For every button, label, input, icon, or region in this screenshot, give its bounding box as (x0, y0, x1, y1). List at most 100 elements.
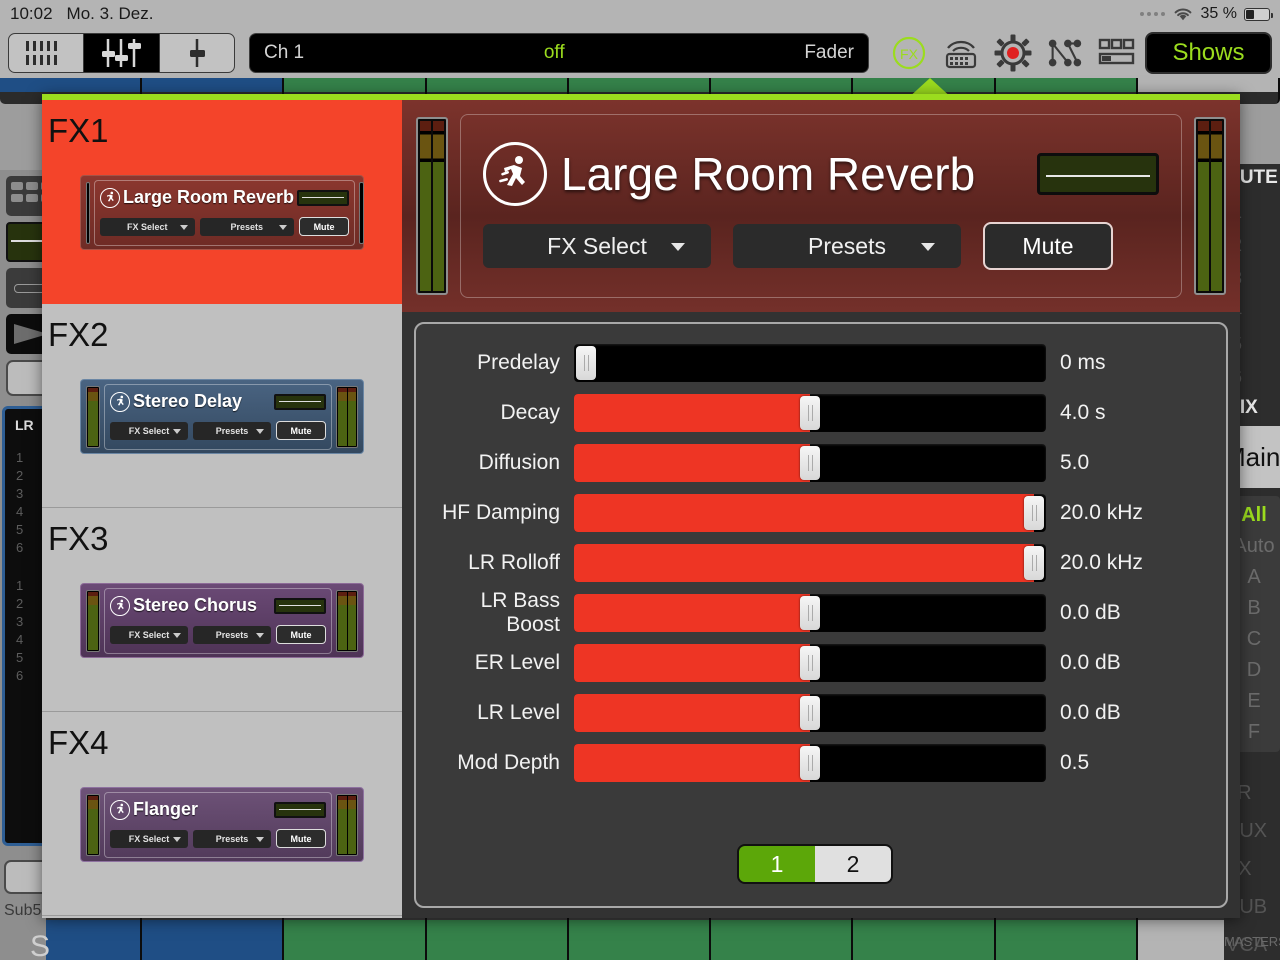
thumb-controls-row: FX Select Presets Mute (110, 419, 326, 443)
channel-color-cell[interactable] (284, 920, 427, 960)
left-mute-numbers-b: 1 2 3 4 5 6 (16, 577, 23, 685)
shows-button[interactable]: Shows (1144, 32, 1272, 74)
fx-slot-list[interactable]: FX1 Large Room Reverb FX Select Presets … (42, 100, 402, 918)
thumb-mute-button[interactable]: Mute (276, 829, 326, 848)
parameter-slider-predelay[interactable] (574, 344, 1046, 382)
thumb-led-display (274, 393, 326, 410)
fx-slot-3[interactable]: FX3 Stereo Chorus FX Select Presets Mute (42, 508, 402, 712)
fx-thumbnail[interactable]: Stereo Chorus FX Select Presets Mute (80, 583, 364, 658)
slider-thumb[interactable] (800, 746, 820, 780)
masters-label: MASTERS (1224, 934, 1280, 949)
mute-button[interactable]: Mute (983, 222, 1113, 270)
thumb-presets-dropdown[interactable]: Presets (193, 421, 271, 440)
page-button-1[interactable]: 1 (739, 846, 815, 882)
segment-mixer-view[interactable] (84, 34, 160, 72)
slider-thumb[interactable] (800, 696, 820, 730)
fx-button[interactable]: FX (889, 33, 929, 73)
parameter-value: 20.0 kHz (1060, 551, 1143, 574)
fx-slot-1[interactable]: FX1 Large Room Reverb FX Select Presets … (42, 100, 402, 304)
thumb-presets-dropdown[interactable]: Presets (193, 829, 271, 848)
thumb-body: Large Room Reverb FX Select Presets Mute (94, 179, 356, 246)
thumb-fx-name: Large Room Reverb (123, 187, 295, 207)
channel-color-cell[interactable] (142, 920, 285, 960)
channel-color-cell[interactable] (0, 78, 143, 92)
channel-color-cell[interactable] (568, 920, 712, 960)
channel-color-cell[interactable] (995, 78, 1138, 92)
view-mode-segmented-control[interactable] (8, 33, 235, 73)
channel-color-cell[interactable] (284, 78, 427, 92)
channel-color-cell[interactable] (711, 78, 854, 92)
wireless-remote-button[interactable] (941, 33, 981, 73)
thumb-fx-select-dropdown[interactable]: FX Select (100, 217, 195, 236)
routing-button[interactable] (1045, 33, 1085, 73)
thumb-led-display (297, 189, 350, 206)
parameter-row: LR Level 0.0 dB (416, 688, 1226, 738)
slider-thumb[interactable] (800, 446, 820, 480)
parameter-label: Decay (500, 401, 560, 424)
fx-slot-2[interactable]: FX2 Stereo Delay FX Select Presets Mute (42, 304, 402, 508)
fx-thumbnail[interactable]: Flanger FX Select Presets Mute (80, 787, 364, 862)
fx-led-display (1037, 153, 1159, 195)
mute-number: 5 (16, 650, 24, 665)
channel-color-cell[interactable] (1137, 78, 1280, 92)
thumb-presets-dropdown[interactable]: Presets (193, 625, 271, 644)
channel-color-cell[interactable] (426, 78, 569, 92)
thumb-mute-button[interactable]: Mute (276, 625, 326, 644)
parameter-slider-hf-damping[interactable] (574, 494, 1046, 532)
page-button-2[interactable]: 2 (815, 846, 891, 882)
layout-button[interactable] (1097, 33, 1137, 73)
presets-dropdown[interactable]: Presets (733, 224, 961, 268)
fx-thumbnail[interactable]: Stereo Delay FX Select Presets Mute (80, 379, 364, 454)
settings-button[interactable] (993, 33, 1033, 73)
channel-color-cell[interactable] (995, 920, 1138, 960)
page-selector[interactable]: 12 (737, 844, 893, 884)
channel-color-row-top (0, 78, 1280, 92)
slider-thumb[interactable] (800, 396, 820, 430)
slider-thumb[interactable] (800, 596, 820, 630)
thumb-mute-button[interactable]: Mute (299, 217, 350, 236)
parameter-slider-lr-level[interactable] (574, 694, 1046, 732)
thumb-mute-label: Mute (290, 629, 312, 640)
thumb-fx-select-dropdown[interactable]: FX Select (110, 625, 188, 644)
parameter-slider-lr-rolloff[interactable] (574, 544, 1046, 582)
parameter-row: HF Damping 20.0 kHz (416, 488, 1226, 538)
parameter-slider-mod-depth[interactable] (574, 744, 1046, 782)
slider-fill (574, 594, 810, 632)
left-channel-strip[interactable]: LR 1 2 3 4 5 6 1 2 3 4 5 6 Sub5 S (0, 170, 66, 960)
channel-color-cell[interactable] (426, 920, 569, 960)
fx-slot-4[interactable]: FX4 Flanger FX Select Presets Mute (42, 712, 402, 916)
segment-eq-view[interactable] (9, 34, 85, 72)
mute-number: 2 (16, 468, 24, 483)
parameter-value: 20.0 kHz (1060, 501, 1143, 524)
slider-thumb[interactable] (800, 646, 820, 680)
fx-select-dropdown[interactable]: FX Select (483, 224, 711, 268)
fx-thumbnail[interactable]: Large Room Reverb FX Select Presets Mute (80, 175, 365, 250)
slider-thumb[interactable] (1024, 546, 1044, 580)
channel-color-cell[interactable] (711, 920, 854, 960)
thumb-mute-button[interactable]: Mute (276, 421, 326, 440)
slider-thumb[interactable] (1024, 496, 1044, 530)
channel-status-field[interactable]: Ch 1 off Fader (248, 33, 869, 73)
channel-color-cell[interactable] (853, 920, 996, 960)
thumb-meter-left (86, 589, 100, 652)
thumb-title-row: Large Room Reverb (100, 183, 350, 213)
channel-color-cell[interactable] (568, 78, 712, 92)
segment-channel-view[interactable] (160, 34, 234, 72)
thumb-led-display (274, 597, 326, 614)
thumb-fx-select-dropdown[interactable]: FX Select (110, 421, 188, 440)
mackie-running-man-icon (110, 595, 130, 616)
slider-thumb[interactable] (576, 346, 596, 380)
thumb-presets-dropdown[interactable]: Presets (199, 217, 295, 236)
fx-slot-label: FX4 (48, 724, 109, 761)
parameter-value: 0.0 dB (1060, 701, 1121, 724)
parameter-slider-decay[interactable] (574, 394, 1046, 432)
parameter-slider-er-level[interactable] (574, 644, 1046, 682)
thumb-body: Flanger FX Select Presets Mute (104, 791, 332, 858)
parameter-slider-diffusion[interactable] (574, 444, 1046, 482)
thumb-fx-select-dropdown[interactable]: FX Select (110, 829, 188, 848)
channel-color-cell[interactable] (142, 78, 285, 92)
thumb-meter-left (86, 385, 100, 448)
mute-number: 4 (16, 504, 24, 519)
parameter-slider-lr-bass-boost[interactable] (574, 594, 1046, 632)
mute-label: Mute (1022, 232, 1074, 259)
